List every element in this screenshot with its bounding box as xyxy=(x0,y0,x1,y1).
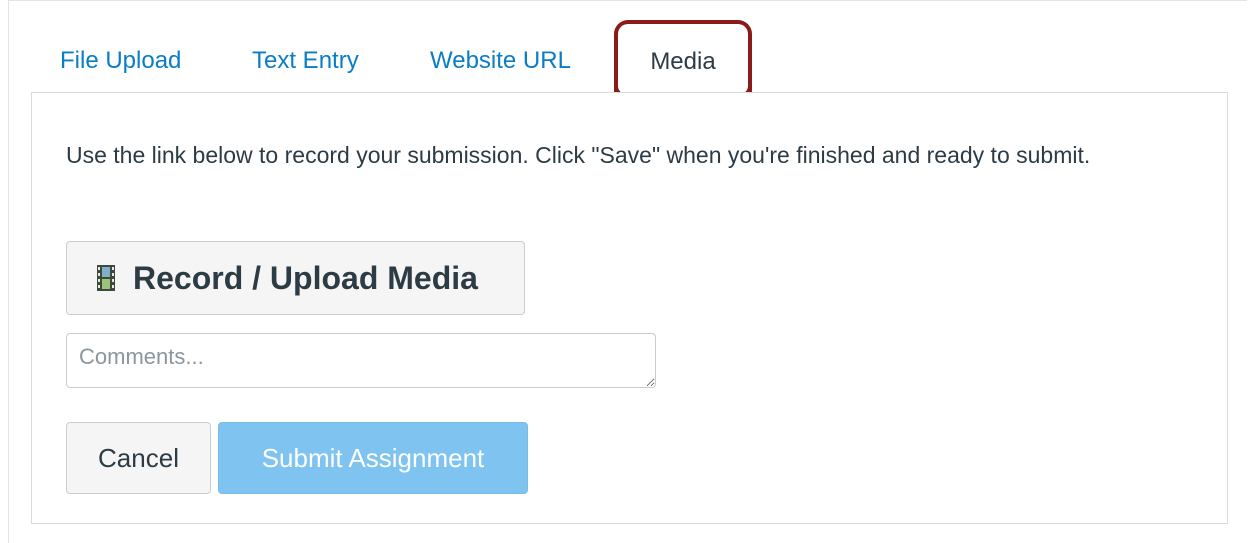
comments-field[interactable] xyxy=(66,333,656,388)
record-upload-media-button[interactable]: Record / Upload Media xyxy=(66,241,525,315)
tab-media[interactable]: Media xyxy=(614,20,752,98)
media-submission-panel: Use the link below to record your submis… xyxy=(31,92,1228,524)
record-upload-media-label: Record / Upload Media xyxy=(133,259,478,296)
instructions-text: Use the link below to record your submis… xyxy=(66,142,1091,168)
tab-text-entry[interactable]: Text Entry xyxy=(252,30,359,92)
tab-media-label: Media xyxy=(650,48,716,75)
tab-file-upload[interactable]: File Upload xyxy=(60,30,181,92)
cancel-button[interactable]: Cancel xyxy=(66,422,211,494)
submit-assignment-button[interactable]: Submit Assignment xyxy=(218,422,528,494)
tab-website-url[interactable]: Website URL xyxy=(430,30,571,92)
film-strip-icon xyxy=(97,265,115,291)
